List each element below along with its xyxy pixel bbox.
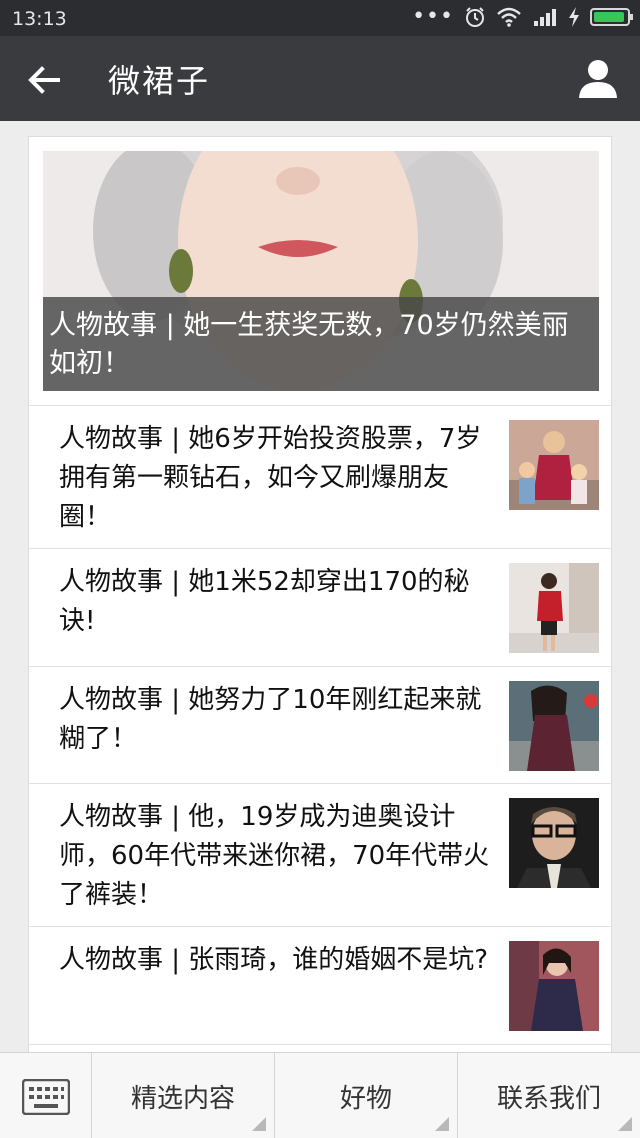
menu-item-label: 联系我们	[496, 1083, 601, 1114]
user-icon	[579, 60, 617, 98]
article-thumbnail	[509, 420, 599, 510]
article-item[interactable]: 人物故事 | 张雨琦，谁的婚姻不是坑?	[29, 926, 611, 1044]
article-item[interactable]: 人物故事 | 她6岁开始投资股票，7岁拥有第一颗钻石，如今又刷爆朋友圈！	[29, 405, 611, 548]
menu-item-label: 精选内容	[130, 1083, 235, 1114]
more-dots-icon: •••	[412, 4, 454, 29]
alarm-icon	[466, 7, 484, 27]
article-title: 人物故事 | 她努力了10年刚红起来就糊了！	[59, 685, 482, 754]
menu-item-contact[interactable]: 联系我们	[458, 1053, 640, 1138]
menu-item-featured[interactable]: 精选内容	[92, 1053, 275, 1138]
status-icons: •••	[412, 4, 633, 29]
article-title: 人物故事 | 她6岁开始投资股票，7岁拥有第一颗钻石，如今又刷爆朋友圈！	[59, 424, 482, 532]
menu-item-goods[interactable]: 好物	[275, 1053, 458, 1138]
status-time: 13:13	[12, 8, 67, 30]
article-item[interactable]: 人物故事 | 她1米52却穿出170的秘诀!	[29, 548, 611, 666]
submenu-indicator-icon	[435, 1117, 449, 1131]
article-title: 人物故事 | 她1米52却穿出170的秘诀!	[59, 567, 470, 636]
submenu-indicator-icon	[618, 1117, 632, 1131]
article-thumbnail	[509, 798, 599, 888]
article-title: 人物故事 | 他，19岁成为迪奥设计师，60年代带来迷你裙，70年代带火了裤装！	[59, 802, 490, 910]
article-item[interactable]: 人物故事 | 他，19岁成为迪奥设计师，60年代带来迷你裙，70年代带火了裤装！	[29, 783, 611, 926]
title-bar: 微裙子	[0, 36, 640, 121]
submenu-indicator-icon	[252, 1117, 266, 1131]
article-item[interactable]: 人物故事 | 她努力了10年刚红起来就糊了！	[29, 666, 611, 783]
article-thumbnail	[509, 941, 599, 1031]
charging-icon	[569, 7, 579, 27]
status-bar: 13:13 •••	[0, 0, 640, 36]
article-thumbnail	[509, 681, 599, 771]
wifi-icon	[497, 7, 521, 27]
bottom-menu-bar: 精选内容 好物 联系我们	[0, 1052, 640, 1138]
battery-icon	[590, 8, 633, 26]
back-arrow-icon	[28, 66, 60, 94]
keyboard-icon	[22, 1079, 70, 1115]
hero-article[interactable]: 人物故事 | 她一生获奖无数，70岁仍然美丽如初！	[43, 151, 599, 391]
article-title: 人物故事 | 张雨琦，谁的婚姻不是坑?	[59, 945, 489, 975]
article-card: 人物故事 | 她一生获奖无数，70岁仍然美丽如初！ 人物故事 | 她6岁开始投资…	[28, 136, 612, 1066]
page-title: 微裙子	[108, 62, 211, 100]
signal-icon	[534, 9, 556, 26]
article-thumbnail	[509, 563, 599, 653]
keyboard-toggle-button[interactable]	[0, 1053, 92, 1138]
back-button[interactable]	[22, 58, 66, 102]
menu-item-label: 好物	[339, 1083, 392, 1114]
profile-button[interactable]	[576, 56, 620, 100]
hero-caption: 人物故事 | 她一生获奖无数，70岁仍然美丽如初！	[43, 297, 599, 391]
